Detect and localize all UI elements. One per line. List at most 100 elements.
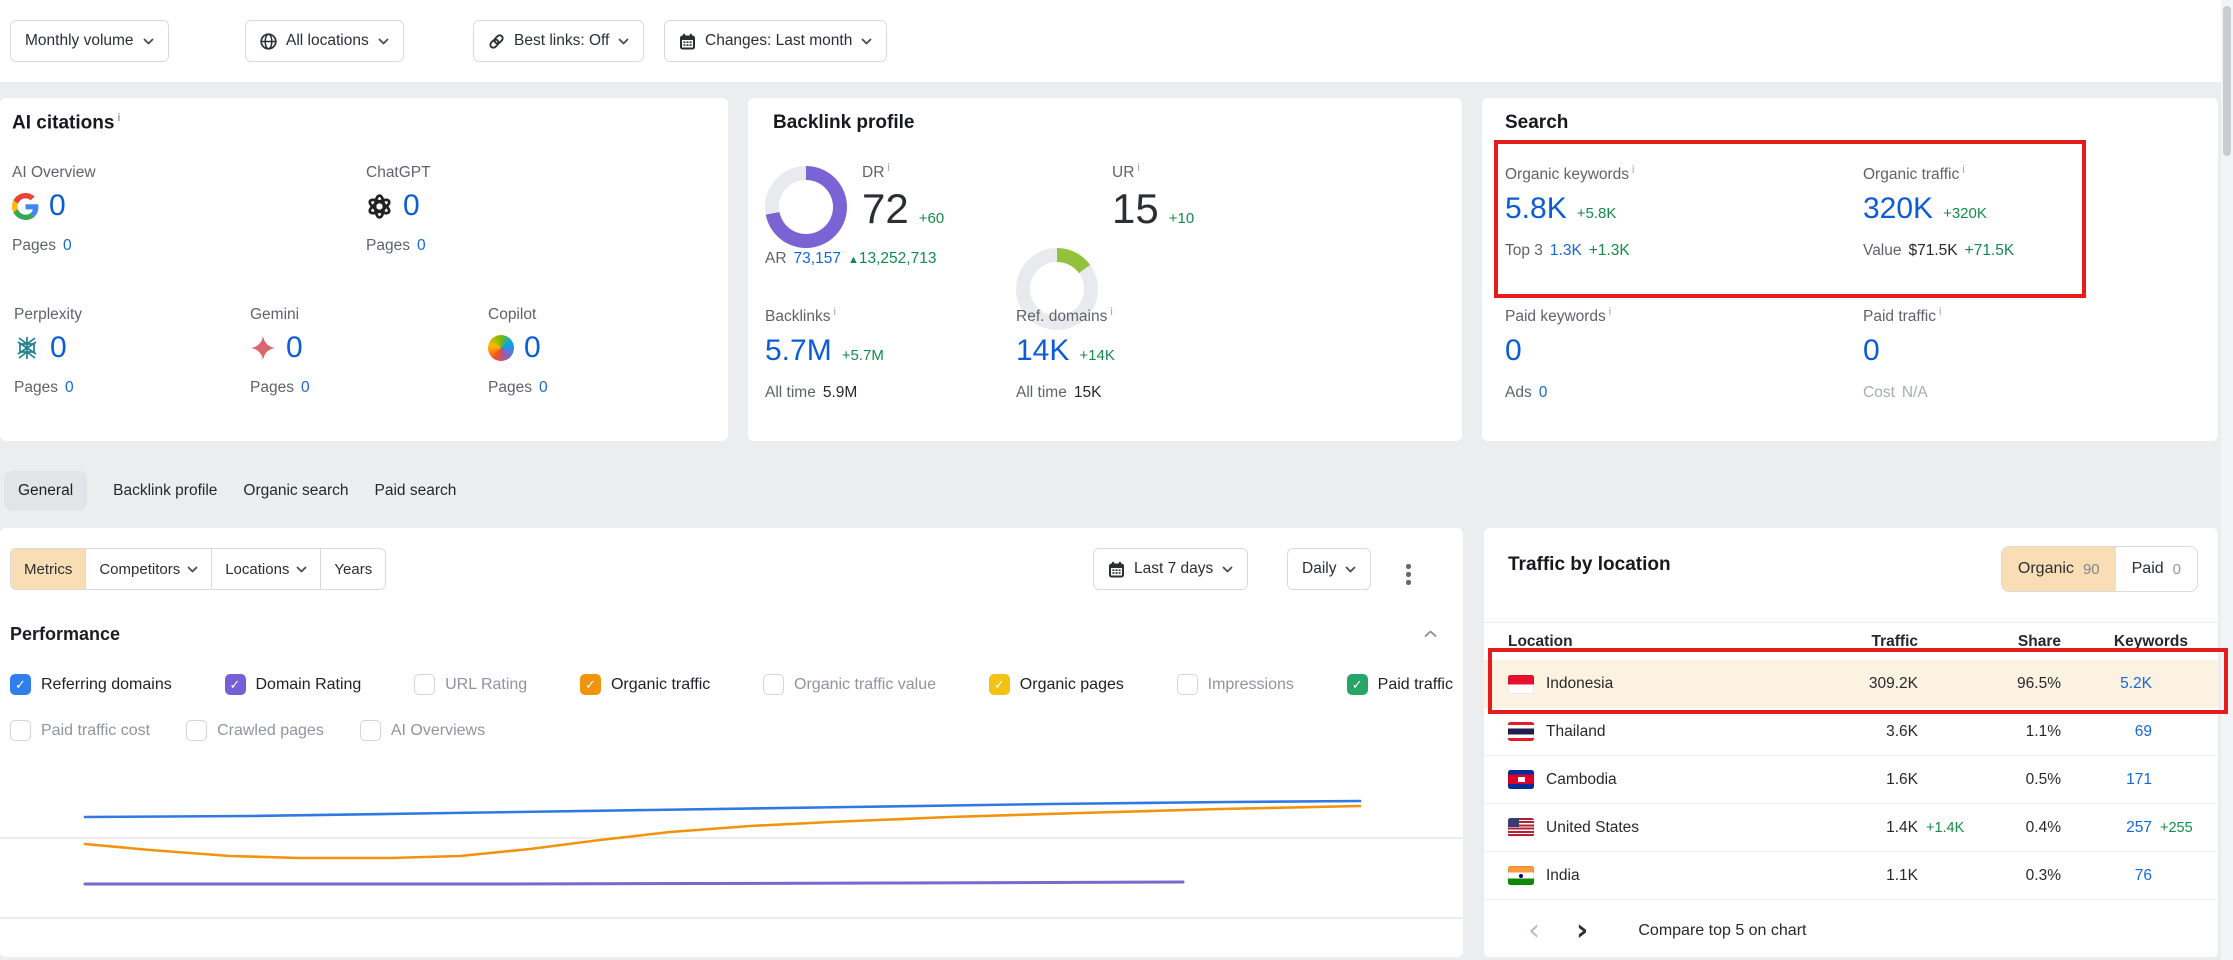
metric-checkbox-paid-traffic-cost[interactable]: Paid traffic cost [10, 720, 150, 741]
calendar-icon [1108, 561, 1125, 578]
checkbox-icon[interactable]: ✓ [225, 674, 246, 695]
pages-count-link[interactable]: 0 [301, 379, 310, 397]
segment-locations[interactable]: Locations [211, 549, 320, 589]
metric-checkbox-paid-traffic[interactable]: ✓Paid traffic [1347, 674, 1453, 695]
metric-checkbox-referring-domains[interactable]: ✓Referring domains [10, 674, 172, 695]
locations-dropdown[interactable]: All locations [245, 20, 404, 62]
chatgpt-icon [366, 193, 393, 220]
table-row-india[interactable]: India 1.1K 0.3% 76 [1484, 852, 2218, 900]
col-header-traffic[interactable]: Traffic [1774, 633, 1918, 651]
changes-dropdown[interactable]: Changes: Last month [664, 20, 887, 62]
more-options-kebab-menu[interactable] [1400, 556, 1417, 593]
tab-general[interactable]: General [4, 471, 87, 511]
flag-indonesia-icon [1508, 675, 1534, 694]
table-row-thailand[interactable]: Thailand 3.6K 1.1% 69 [1484, 708, 2218, 756]
ads-count-link[interactable]: 0 [1539, 384, 1548, 402]
checkbox-icon[interactable]: ✓ [1347, 674, 1368, 695]
pages-count-link[interactable]: 0 [63, 237, 72, 255]
link-icon [488, 33, 505, 50]
checkbox-icon[interactable] [763, 674, 784, 695]
info-icon [1632, 164, 1634, 176]
ar-value-link[interactable]: 73,157 [794, 250, 841, 268]
metric-checkbox-crawled-pages[interactable]: Crawled pages [186, 720, 324, 741]
checkbox-icon[interactable] [360, 720, 381, 741]
keywords-cell[interactable]: 69 [2061, 723, 2152, 741]
performance-heading: Performance [10, 624, 120, 645]
chart-line-domain-rating [85, 882, 1183, 884]
dr-value: 72 [862, 188, 909, 230]
toggle-organic[interactable]: Organic 90 [2002, 547, 2116, 591]
segment-competitors[interactable]: Competitors [85, 549, 211, 589]
copilot-icon [488, 335, 514, 361]
metric-checkbox-ai-overviews[interactable]: AI Overviews [360, 720, 485, 741]
table-row-indonesia[interactable]: Indonesia 309.2K 96.5% 5.2K [1484, 660, 2218, 708]
chart-view-segmented-control: Metrics Competitors Locations Years [10, 548, 386, 590]
segment-years[interactable]: Years [320, 549, 385, 589]
tab-paid-search[interactable]: Paid search [375, 482, 457, 500]
metric-checkbox-organic-traffic-value[interactable]: Organic traffic value [763, 674, 936, 695]
ref-domains-value[interactable]: 14K [1016, 336, 1069, 366]
keywords-cell[interactable]: 5.2K [2061, 675, 2152, 693]
dr-metric: DR 72 +60 [862, 162, 944, 230]
checkbox-icon[interactable] [414, 674, 435, 695]
col-header-location[interactable]: Location [1508, 633, 1774, 651]
metric-checkbox-organic-pages[interactable]: ✓Organic pages [989, 674, 1124, 695]
checkbox-icon[interactable]: ✓ [580, 674, 601, 695]
pages-count-link[interactable]: 0 [65, 379, 74, 397]
country-name: India [1546, 867, 1580, 885]
up-triangle-icon: ▲ [848, 254, 859, 266]
metric-checkbox-impressions[interactable]: Impressions [1177, 674, 1294, 695]
keywords-cell[interactable]: 76 [2061, 867, 2152, 885]
col-header-keywords[interactable]: Keywords [2061, 633, 2188, 651]
toggle-paid[interactable]: Paid 0 [2116, 547, 2197, 591]
info-icon [1110, 306, 1112, 318]
organic-traffic-value[interactable]: 320K [1863, 194, 1933, 224]
collapse-chevron-up-icon[interactable] [1424, 630, 1437, 638]
granularity-dropdown[interactable]: Daily [1287, 548, 1371, 590]
flag-cambodia-icon [1508, 770, 1534, 789]
checkbox-icon[interactable] [10, 720, 31, 741]
checkbox-icon[interactable]: ✓ [989, 674, 1010, 695]
info-icon [1962, 164, 1964, 176]
organic-keywords-delta: +5.8K [1577, 205, 1617, 222]
paid-traffic-metric: Paid traffic 0 Cost N/A [1863, 306, 1941, 402]
scrollbar-thumb[interactable] [2223, 6, 2231, 156]
traffic-by-location-title: Traffic by location [1508, 554, 1671, 576]
paid-traffic-value: 0 [1863, 334, 1880, 367]
volume-dropdown[interactable]: Monthly volume [10, 20, 169, 62]
keywords-cell[interactable]: 257+255 [2061, 819, 2152, 837]
keywords-cell[interactable]: 171 [2061, 771, 2152, 789]
search-card: Search Organic keywords 5.8K +5.8K Top 3… [1482, 98, 2218, 441]
organic-keywords-value[interactable]: 5.8K [1505, 194, 1567, 224]
table-row-united-states[interactable]: United States 1.4K+1.4K 0.4% 257+255 [1484, 804, 2218, 852]
next-page-arrow[interactable]: › [1576, 916, 1588, 946]
top3-value-link[interactable]: 1.3K [1550, 242, 1582, 260]
performance-chart [0, 772, 1463, 957]
date-range-dropdown[interactable]: Last 7 days [1093, 548, 1248, 590]
checkbox-icon[interactable]: ✓ [10, 674, 31, 695]
tab-organic-search[interactable]: Organic search [243, 482, 348, 500]
changes-dropdown-label: Changes: Last month [705, 32, 852, 50]
page-scrollbar[interactable] [2221, 0, 2233, 960]
pages-count-link[interactable]: 0 [539, 379, 548, 397]
dr-delta: +60 [919, 210, 944, 227]
metric-label: Perplexity [14, 306, 82, 324]
segment-metrics[interactable]: Metrics [11, 549, 85, 589]
checkbox-icon[interactable] [186, 720, 207, 741]
ur-delta: +10 [1169, 210, 1194, 227]
metric-checkbox-domain-rating[interactable]: ✓Domain Rating [225, 674, 362, 695]
metric-checkbox-url-rating[interactable]: URL Rating [414, 674, 527, 695]
checkbox-icon[interactable] [1177, 674, 1198, 695]
pages-count-link[interactable]: 0 [417, 237, 426, 255]
best-links-dropdown[interactable]: Best links: Off [473, 20, 644, 62]
metric-checkbox-organic-traffic[interactable]: ✓Organic traffic [580, 674, 710, 695]
compare-top5-label[interactable]: Compare top 5 on chart [1638, 922, 1806, 940]
col-header-share[interactable]: Share [1918, 633, 2061, 651]
table-row-cambodia[interactable]: Cambodia 1.6K 0.5% 171 [1484, 756, 2218, 804]
tab-backlink-profile[interactable]: Backlink profile [113, 482, 217, 500]
prev-page-arrow[interactable]: ‹ [1528, 916, 1540, 946]
metric-label: ChatGPT [366, 164, 431, 182]
backlinks-metric: Backlinks 5.7M +5.7M All time5.9M [765, 306, 884, 402]
organic-traffic-delta: +320K [1943, 205, 1987, 222]
backlinks-value[interactable]: 5.7M [765, 336, 832, 366]
